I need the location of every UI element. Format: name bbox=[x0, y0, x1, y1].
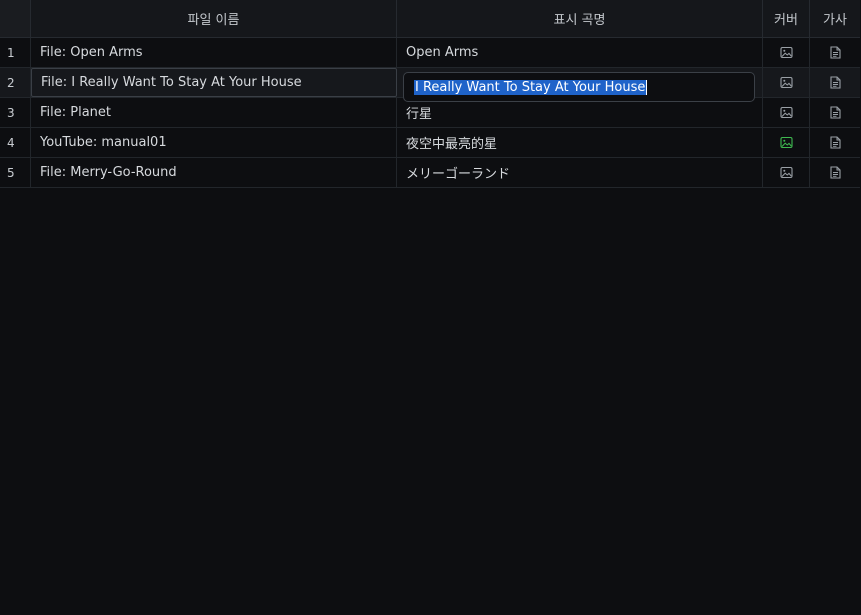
image-icon[interactable] bbox=[779, 46, 793, 59]
row-index: 4 bbox=[0, 128, 31, 157]
selected-text[interactable]: I Really Want To Stay At Your House bbox=[414, 79, 647, 95]
cover-cell[interactable] bbox=[763, 98, 810, 127]
document-icon[interactable] bbox=[829, 46, 841, 59]
document-icon[interactable] bbox=[829, 76, 841, 89]
header-cover[interactable]: 커버 bbox=[763, 0, 810, 37]
row-index: 5 bbox=[0, 158, 31, 187]
file-name-cell[interactable]: File: Merry-Go-Round bbox=[31, 158, 397, 187]
lyrics-cell[interactable] bbox=[810, 98, 860, 127]
image-icon-set[interactable] bbox=[779, 136, 793, 149]
document-icon[interactable] bbox=[829, 166, 841, 179]
header-index bbox=[0, 0, 31, 37]
table-row[interactable]: 3 File: Planet 行星 bbox=[0, 98, 860, 128]
row-index: 3 bbox=[0, 98, 31, 127]
table-row[interactable]: 1 File: Open Arms Open Arms bbox=[0, 38, 860, 68]
text-caret bbox=[646, 79, 648, 95]
table-row[interactable]: 4 YouTube: manual01 夜空中最亮的星 bbox=[0, 128, 860, 158]
document-icon[interactable] bbox=[829, 136, 841, 149]
file-name-cell[interactable]: File: Open Arms bbox=[31, 38, 397, 67]
display-title-cell[interactable]: Open Arms bbox=[397, 38, 763, 67]
title-edit-input[interactable]: I Really Want To Stay At Your House bbox=[403, 72, 755, 102]
header-display-title[interactable]: 표시 곡명 bbox=[397, 0, 763, 37]
header-lyrics[interactable]: 가사 bbox=[810, 0, 860, 37]
lyrics-cell[interactable] bbox=[810, 158, 860, 187]
row-index: 1 bbox=[0, 38, 31, 67]
table-header: 파일 이름 표시 곡명 커버 가사 bbox=[0, 0, 860, 38]
image-icon[interactable] bbox=[779, 106, 793, 119]
row-index: 2 bbox=[0, 68, 31, 97]
lyrics-cell[interactable] bbox=[810, 38, 860, 67]
file-name-cell[interactable]: File: I Really Want To Stay At Your Hous… bbox=[31, 68, 397, 97]
document-icon[interactable] bbox=[829, 106, 841, 119]
table-row[interactable]: 5 File: Merry-Go-Round メリーゴーランド bbox=[0, 158, 860, 188]
cover-cell[interactable] bbox=[763, 68, 810, 97]
cover-cell[interactable] bbox=[763, 128, 810, 157]
image-icon[interactable] bbox=[779, 76, 793, 89]
cover-cell[interactable] bbox=[763, 38, 810, 67]
display-title-cell[interactable]: 行星 bbox=[397, 98, 763, 127]
lyrics-cell[interactable] bbox=[810, 128, 860, 157]
display-title-cell[interactable]: メリーゴーランド bbox=[397, 158, 763, 187]
display-title-cell[interactable]: 夜空中最亮的星 bbox=[397, 128, 763, 157]
image-icon[interactable] bbox=[779, 166, 793, 179]
file-name-cell[interactable]: File: Planet bbox=[31, 98, 397, 127]
file-name-cell[interactable]: YouTube: manual01 bbox=[31, 128, 397, 157]
cover-cell[interactable] bbox=[763, 158, 810, 187]
lyrics-cell[interactable] bbox=[810, 68, 860, 97]
header-file-name[interactable]: 파일 이름 bbox=[31, 0, 397, 37]
